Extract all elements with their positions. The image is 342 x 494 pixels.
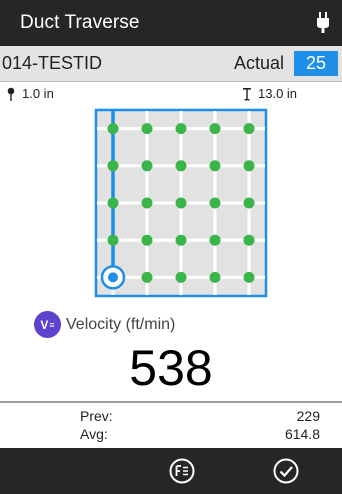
traverse-point[interactable] bbox=[243, 160, 255, 172]
traverse-point[interactable] bbox=[175, 271, 187, 283]
traverse-point[interactable] bbox=[141, 197, 153, 209]
traverse-point[interactable] bbox=[107, 160, 119, 172]
traverse-point[interactable] bbox=[141, 271, 153, 283]
test-id: 014-TESTID bbox=[2, 53, 103, 73]
traverse-point[interactable] bbox=[243, 271, 255, 283]
traverse-point[interactable] bbox=[209, 197, 221, 209]
traverse-point[interactable] bbox=[243, 234, 255, 246]
avg-label: Avg: bbox=[80, 426, 108, 442]
avg-row: Avg: 614.8 bbox=[80, 426, 320, 442]
traverse-point[interactable] bbox=[175, 160, 187, 172]
checkmark-icon[interactable] bbox=[272, 457, 300, 485]
function-menu-icon[interactable] bbox=[168, 457, 196, 485]
avg-value: 614.8 bbox=[284, 426, 320, 442]
actual-label: Actual bbox=[233, 53, 284, 73]
traverse-point[interactable] bbox=[209, 123, 221, 135]
traverse-point[interactable] bbox=[243, 197, 255, 209]
plug-icon bbox=[317, 12, 329, 33]
traverse-point[interactable] bbox=[209, 271, 221, 283]
traverse-point[interactable] bbox=[175, 234, 187, 246]
depth-end: 13.0 in bbox=[242, 86, 297, 101]
measurement-header: V ≡ Velocity (ft/min) bbox=[34, 311, 175, 338]
traverse-point[interactable] bbox=[209, 234, 221, 246]
traverse-point[interactable] bbox=[141, 234, 153, 246]
traverse-point[interactable] bbox=[141, 160, 153, 172]
depth-start: 1.0 in bbox=[6, 86, 54, 101]
title-bar: Duct Traverse bbox=[0, 0, 342, 46]
traverse-grid[interactable] bbox=[94, 108, 268, 303]
actual-group: Actual 25 bbox=[234, 51, 338, 76]
depth-end-label: 13.0 in bbox=[258, 86, 298, 101]
traverse-point[interactable] bbox=[107, 123, 119, 135]
app-title: Duct Traverse bbox=[20, 12, 140, 33]
bottom-toolbar bbox=[0, 448, 342, 494]
traverse-point[interactable] bbox=[175, 123, 187, 135]
traverse-point[interactable] bbox=[175, 197, 187, 209]
depth-start-label: 1.0 in bbox=[22, 86, 54, 101]
velocity-value: 538 bbox=[129, 340, 213, 396]
prev-label: Prev: bbox=[80, 408, 113, 424]
probe-top-icon bbox=[7, 87, 15, 101]
probe-bottom-icon bbox=[243, 87, 251, 100]
velocity-label: Velocity (ft/min) bbox=[66, 315, 176, 333]
velocity-icon: V ≡ bbox=[34, 311, 61, 338]
traverse-point[interactable] bbox=[107, 234, 119, 246]
current-traverse-point[interactable] bbox=[108, 272, 118, 283]
test-info-bar: 014-TESTID Actual 25 bbox=[0, 46, 342, 82]
prev-value: 229 bbox=[296, 408, 320, 424]
prev-row: Prev: 229 bbox=[80, 408, 320, 424]
traverse-point[interactable] bbox=[141, 123, 153, 135]
traverse-point[interactable] bbox=[107, 197, 119, 209]
traverse-point[interactable] bbox=[209, 160, 221, 172]
actual-count-badge: 25 bbox=[294, 51, 338, 76]
divider bbox=[0, 401, 342, 403]
traverse-point[interactable] bbox=[243, 123, 255, 135]
